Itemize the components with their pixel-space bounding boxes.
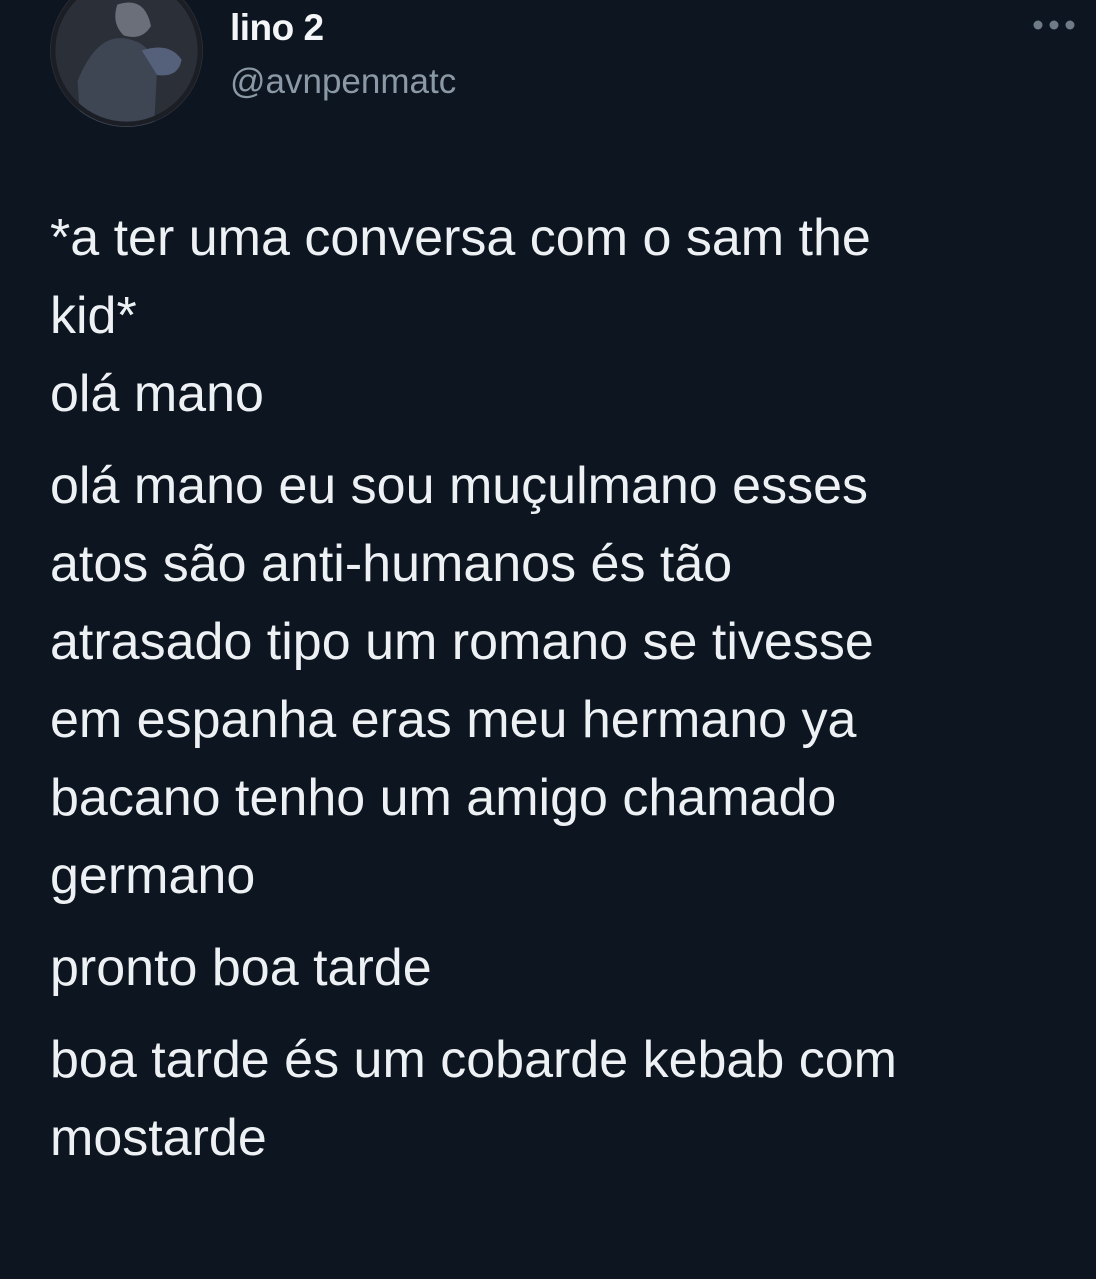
display-name[interactable]: lino 2 [230,6,324,50]
more-options-icon [1033,20,1075,30]
more-options-button[interactable] [1026,10,1082,40]
tweet-line: mostarde [50,1109,267,1167]
tweet-line: olá mano [50,365,264,423]
tweet-paragraph: pronto boa tarde [50,939,432,997]
avatar[interactable] [50,0,203,127]
avatar-photo-icon [50,0,203,127]
tweet-paragraph: boa tarde és um cobarde kebab com mostar… [50,1021,1090,1177]
tweet-line: em espanha eras meu hermano ya [50,691,857,749]
user-handle[interactable]: @avnpenmatc [230,60,456,104]
tweet-line: atos são anti-humanos és tão [50,535,733,593]
tweet-line: boa tarde és um cobarde kebab com [50,1031,897,1089]
tweet-line: atrasado tipo um romano se tivesse [50,613,874,671]
tweet-paragraph: *a ter uma conversa com o sam the kid* o… [50,199,1090,433]
tweet-text: *a ter uma conversa com o sam the kid* o… [50,199,1090,1177]
tweet-line: germano [50,847,256,905]
tweet-paragraph: olá mano eu sou muçulmano esses atos são… [50,447,1090,915]
tweet-line: kid* [50,287,137,345]
tweet-line: olá mano eu sou muçulmano esses [50,457,869,515]
tweet-line: bacano tenho um amigo chamado [50,769,837,827]
tweet-line: *a ter uma conversa com o sam the [50,209,871,267]
